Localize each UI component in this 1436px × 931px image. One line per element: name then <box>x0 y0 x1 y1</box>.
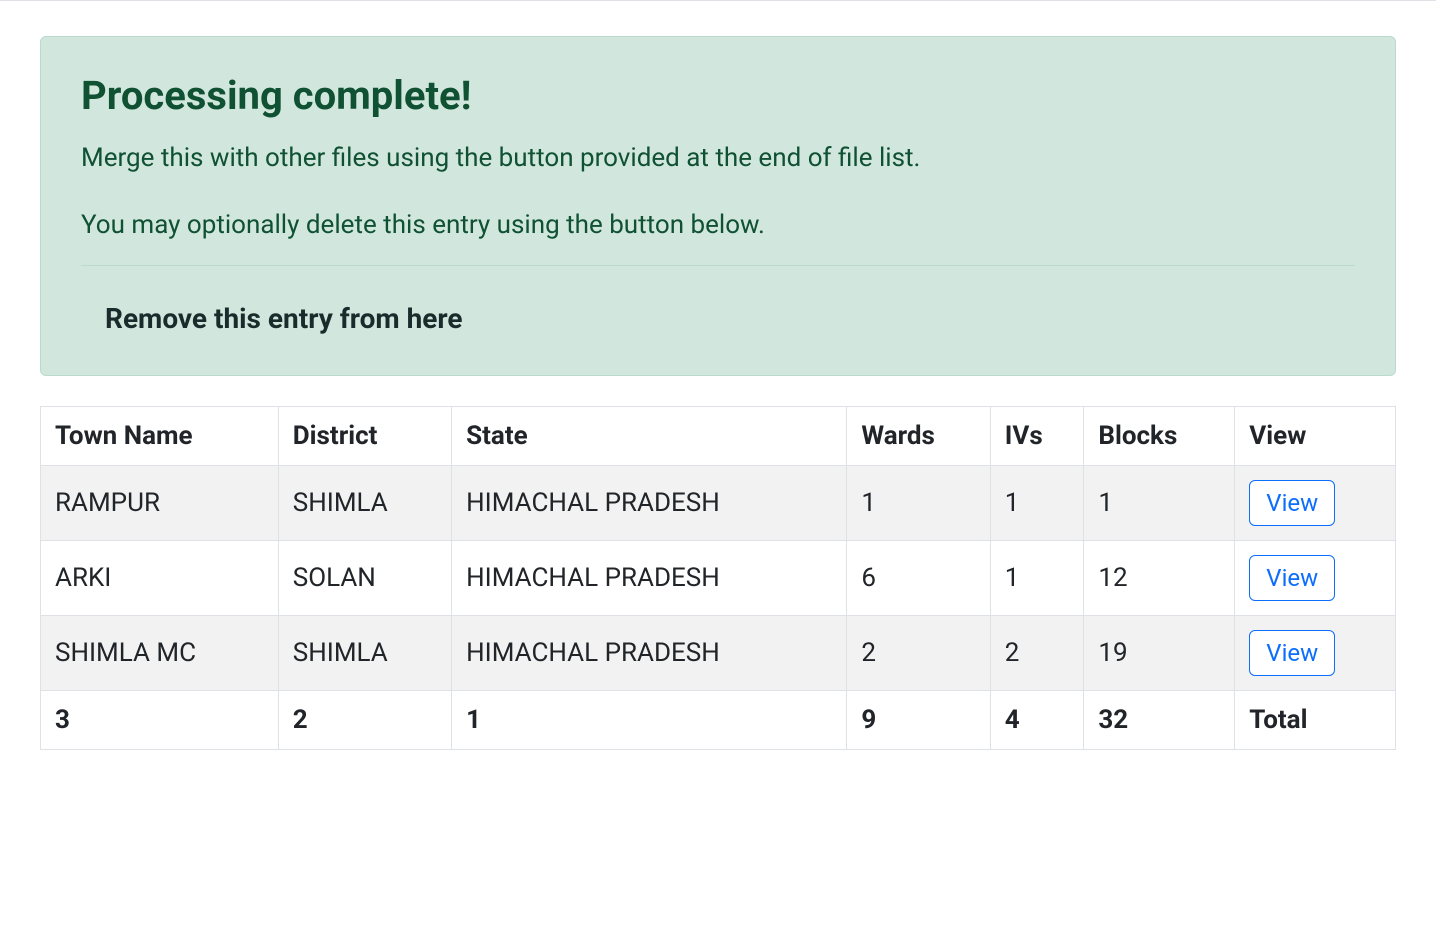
page-container: Processing complete! Merge this with oth… <box>0 1 1436 785</box>
table-row: ARKI SOLAN HIMACHAL PRADESH 6 1 12 View <box>41 541 1396 616</box>
header-district: District <box>278 407 451 466</box>
alert-line-1: Merge this with other files using the bu… <box>81 139 1355 178</box>
cell-wards: 6 <box>847 541 990 616</box>
cell-blocks: 1 <box>1084 466 1235 541</box>
cell-ivs: 2 <box>990 616 1084 691</box>
header-wards: Wards <box>847 407 990 466</box>
cell-town: RAMPUR <box>41 466 279 541</box>
cell-view: View <box>1235 616 1396 691</box>
cell-wards: 2 <box>847 616 990 691</box>
table-row: SHIMLA MC SHIMLA HIMACHAL PRADESH 2 2 19… <box>41 616 1396 691</box>
view-button[interactable]: View <box>1249 630 1335 676</box>
table-row: RAMPUR SHIMLA HIMACHAL PRADESH 1 1 1 Vie… <box>41 466 1396 541</box>
cell-state: HIMACHAL PRADESH <box>452 541 847 616</box>
header-state: State <box>452 407 847 466</box>
total-town: 3 <box>41 691 279 750</box>
cell-state: HIMACHAL PRADESH <box>452 616 847 691</box>
alert-line-2: You may optionally delete this entry usi… <box>81 206 1355 245</box>
cell-town: SHIMLA MC <box>41 616 279 691</box>
cell-state: HIMACHAL PRADESH <box>452 466 847 541</box>
total-blocks: 32 <box>1084 691 1235 750</box>
total-state: 1 <box>452 691 847 750</box>
total-label: Total <box>1235 691 1396 750</box>
alert-divider <box>81 265 1355 266</box>
header-ivs: IVs <box>990 407 1084 466</box>
view-button[interactable]: View <box>1249 555 1335 601</box>
table-header-row: Town Name District State Wards IVs Block… <box>41 407 1396 466</box>
cell-blocks: 19 <box>1084 616 1235 691</box>
cell-district: SOLAN <box>278 541 451 616</box>
total-ivs: 4 <box>990 691 1084 750</box>
cell-blocks: 12 <box>1084 541 1235 616</box>
cell-wards: 1 <box>847 466 990 541</box>
remove-entry-button[interactable]: Remove this entry from here <box>81 294 463 335</box>
table-total-row: 3 2 1 9 4 32 Total <box>41 691 1396 750</box>
header-blocks: Blocks <box>1084 407 1235 466</box>
total-wards: 9 <box>847 691 990 750</box>
header-view: View <box>1235 407 1396 466</box>
view-button[interactable]: View <box>1249 480 1335 526</box>
cell-district: SHIMLA <box>278 616 451 691</box>
cell-ivs: 1 <box>990 466 1084 541</box>
cell-view: View <box>1235 466 1396 541</box>
header-town: Town Name <box>41 407 279 466</box>
cell-view: View <box>1235 541 1396 616</box>
data-table: Town Name District State Wards IVs Block… <box>40 406 1396 750</box>
cell-district: SHIMLA <box>278 466 451 541</box>
cell-ivs: 1 <box>990 541 1084 616</box>
total-district: 2 <box>278 691 451 750</box>
success-alert: Processing complete! Merge this with oth… <box>40 36 1396 376</box>
cell-town: ARKI <box>41 541 279 616</box>
alert-heading: Processing complete! <box>81 72 1355 119</box>
